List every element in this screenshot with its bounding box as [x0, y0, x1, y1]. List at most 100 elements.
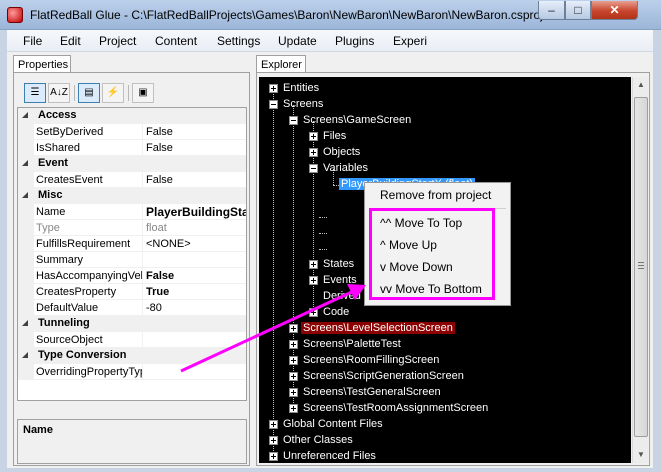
- expand-plus-icon[interactable]: [289, 372, 298, 381]
- property-value[interactable]: True: [146, 286, 246, 300]
- expand-plus-icon[interactable]: [269, 436, 278, 445]
- category-misc[interactable]: Misc: [18, 188, 246, 204]
- category-label: Misc: [38, 189, 63, 201]
- alphabetical-sort-icon[interactable]: A↓Z: [48, 83, 70, 103]
- expand-plus-icon[interactable]: [309, 276, 318, 285]
- property-row[interactable]: HasAccompanyingVelocity False: [18, 268, 246, 284]
- property-row[interactable]: FulfillsRequirement <NONE>: [18, 236, 246, 252]
- thumb-grip: [638, 265, 644, 266]
- tree-node-label: Files: [323, 130, 347, 142]
- property-row[interactable]: Type float: [18, 220, 246, 236]
- expand-plus-icon[interactable]: [309, 148, 318, 157]
- thumb-grip: [638, 262, 644, 263]
- tree-node-label: Screens\ScriptGenerationScreen: [303, 370, 464, 382]
- expand-plus-icon[interactable]: [289, 324, 298, 333]
- collapse-minus-icon[interactable]: [309, 164, 318, 173]
- menu-settings[interactable]: Settings: [217, 34, 260, 48]
- expand-plus-icon[interactable]: [309, 132, 318, 141]
- property-row[interactable]: CreatesProperty True: [18, 284, 246, 300]
- collapse-arrow-icon[interactable]: [22, 320, 28, 326]
- events-view-icon[interactable]: ⚡: [102, 83, 124, 103]
- menu-experimental[interactable]: Experi: [393, 34, 427, 48]
- description-box: Name: [17, 419, 247, 464]
- row-gutter: [18, 204, 34, 220]
- property-row[interactable]: SetByDerived False: [18, 124, 246, 140]
- collapse-minus-icon[interactable]: [289, 116, 298, 125]
- collapse-arrow-icon[interactable]: [22, 112, 28, 118]
- property-value[interactable]: -80: [146, 302, 246, 316]
- row-gutter: [18, 220, 34, 236]
- scrollbar-thumb[interactable]: [634, 97, 648, 437]
- collapse-arrow-icon[interactable]: [22, 352, 28, 358]
- expand-plus-icon[interactable]: [269, 420, 278, 429]
- expand-plus-icon[interactable]: [289, 340, 298, 349]
- property-value[interactable]: [146, 366, 246, 380]
- category-label: Type Conversion: [38, 349, 127, 361]
- property-row[interactable]: SourceObject: [18, 332, 246, 348]
- menu-file[interactable]: File: [23, 34, 42, 48]
- category-tunneling[interactable]: Tunneling: [18, 316, 246, 332]
- property-pages-icon[interactable]: ▣: [132, 83, 154, 103]
- tree-node-label: Derived: [323, 290, 361, 302]
- property-value[interactable]: False: [146, 270, 246, 284]
- collapse-minus-icon[interactable]: [269, 100, 278, 109]
- highlight-box: [369, 208, 495, 300]
- expand-plus-icon[interactable]: [309, 260, 318, 269]
- tree-node-label: Screens\TestGeneralScreen: [303, 386, 441, 398]
- menu-bar: File Edit Project Content Settings Updat…: [7, 30, 653, 52]
- app-icon: [7, 7, 23, 23]
- close-button[interactable]: ✕: [591, 1, 638, 20]
- property-value[interactable]: [146, 254, 246, 268]
- property-row[interactable]: DefaultValue -80: [18, 300, 246, 316]
- properties-view-icon[interactable]: ▤: [78, 83, 100, 103]
- categorized-view-icon[interactable]: ☰: [24, 83, 46, 103]
- property-value[interactable]: False: [146, 142, 246, 156]
- property-row[interactable]: OverridingPropertyType: [18, 364, 246, 380]
- category-access[interactable]: Access: [18, 108, 246, 124]
- category-event[interactable]: Event: [18, 156, 246, 172]
- menu-edit[interactable]: Edit: [60, 34, 81, 48]
- tree-node-label: Objects: [323, 146, 361, 158]
- property-row[interactable]: IsShared False: [18, 140, 246, 156]
- tree-node-label: Entities: [283, 82, 320, 94]
- scroll-up-arrow-icon[interactable]: ▲: [633, 77, 649, 93]
- minimize-button[interactable]: –: [538, 1, 565, 20]
- property-value[interactable]: PlayerBuildingStartX: [146, 205, 246, 219]
- property-name: OverridingPropertyType: [36, 366, 142, 378]
- tree-node-label: Unreferenced Files: [283, 450, 376, 462]
- properties-panel: ☰ A↓Z ▤ ⚡ ▣ Access SetByDerived False Is…: [13, 72, 250, 466]
- column-divider: [142, 220, 143, 236]
- maximize-button[interactable]: □: [565, 1, 591, 20]
- property-name: SetByDerived: [36, 126, 104, 138]
- category-type-conversion[interactable]: Type Conversion: [18, 348, 246, 364]
- property-row[interactable]: CreatesEvent False: [18, 172, 246, 188]
- expand-plus-icon[interactable]: [289, 404, 298, 413]
- scroll-down-arrow-icon[interactable]: ▼: [633, 447, 649, 463]
- property-value[interactable]: False: [146, 174, 246, 188]
- menu-plugins[interactable]: Plugins: [335, 34, 374, 48]
- column-divider: [142, 364, 143, 380]
- menu-update[interactable]: Update: [278, 34, 317, 48]
- expand-plus-icon[interactable]: [309, 308, 318, 317]
- toolbar-separator: [74, 85, 75, 101]
- collapse-arrow-icon[interactable]: [22, 192, 28, 198]
- property-value[interactable]: [146, 334, 246, 348]
- tree-node-label: Variables: [323, 162, 369, 174]
- title-bar: FlatRedBall Glue - C:\FlatRedBallProject…: [0, 0, 661, 30]
- property-row[interactable]: Name PlayerBuildingStartX: [18, 204, 246, 220]
- property-value: float: [146, 222, 167, 234]
- property-value[interactable]: <NONE>: [146, 238, 246, 252]
- expand-plus-icon[interactable]: [289, 388, 298, 397]
- vertical-scrollbar[interactable]: ▲ ▼: [632, 77, 648, 463]
- expand-plus-icon[interactable]: [269, 452, 278, 461]
- row-gutter: [18, 236, 34, 252]
- expand-plus-icon[interactable]: [289, 356, 298, 365]
- menu-content[interactable]: Content: [155, 34, 197, 48]
- column-divider: [142, 300, 143, 316]
- menu-project[interactable]: Project: [99, 34, 136, 48]
- expand-plus-icon[interactable]: [269, 84, 278, 93]
- property-value[interactable]: False: [146, 126, 246, 140]
- collapse-arrow-icon[interactable]: [22, 160, 28, 166]
- menu-item-remove-from-project[interactable]: Remove from project: [366, 184, 509, 206]
- property-row[interactable]: Summary: [18, 252, 246, 268]
